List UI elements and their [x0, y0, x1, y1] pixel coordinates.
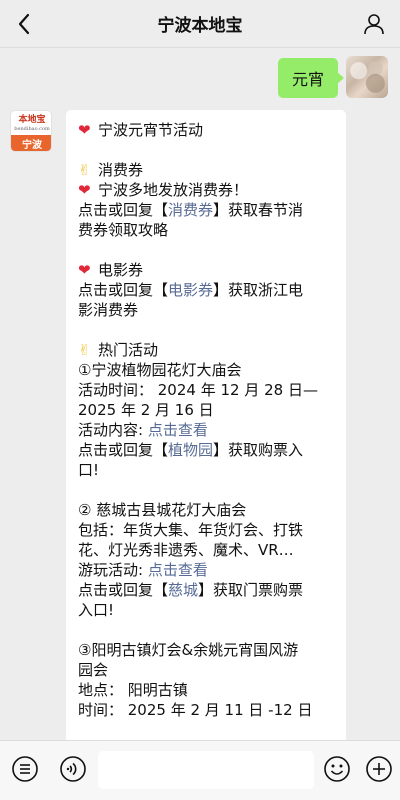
message-input[interactable]: [98, 751, 314, 789]
reply-prefix: 点击或回复【: [78, 441, 169, 459]
item1-content-label: 活动内容:: [78, 421, 148, 439]
item2-include2: 花、灯光秀非遗秀、魔术、VR…: [78, 541, 294, 559]
movie-heading: 电影券: [98, 261, 144, 279]
user-message-bubble[interactable]: 元宵: [278, 58, 345, 98]
person-icon: [364, 14, 384, 35]
message-list[interactable]: 元宵 本地宝 bendibao.com 宁波 ❤ 宁波元宵节活动 ✌ 消费券 ❤ 宁波…: [0, 48, 400, 740]
voucher-link[interactable]: 消费券: [168, 201, 213, 219]
item2-reply-link[interactable]: 慈城: [168, 581, 198, 599]
item2-play-link[interactable]: 点击查看: [148, 561, 208, 579]
input-bar: [0, 740, 400, 800]
smiley-icon: [324, 756, 350, 782]
message-title: 宁波元宵节活动: [98, 121, 204, 139]
item2-play-label: 游玩活动:: [78, 561, 148, 579]
victory-hand-icon: ✌: [78, 161, 91, 179]
item1-reply-line2: 口!: [78, 461, 100, 479]
bendibao-logo: 本地宝 bendibao.com: [14, 115, 50, 132]
item3-place: 地点： 阳明古镇: [78, 681, 188, 699]
menu-button[interactable]: [10, 754, 40, 784]
item3-title2: 园会: [78, 661, 109, 679]
voice-button[interactable]: [58, 754, 88, 784]
back-button[interactable]: [10, 10, 38, 38]
reply-suffix: 】获取浙江电: [213, 281, 304, 299]
chat-header: 宁波本地宝: [0, 0, 400, 48]
plus-circle-icon: [366, 756, 392, 782]
profile-button[interactable]: [360, 10, 388, 38]
item2-reply-line2: 入口!: [78, 601, 115, 619]
reply-suffix: 】获取门票购票: [198, 581, 304, 599]
chevron-left-icon: [18, 13, 30, 35]
item2-include1: 包括：年货大集、年货灯会、打铁: [78, 521, 304, 539]
item3-title: ③阳明古镇灯会&余姚元宵国风游: [78, 641, 299, 659]
reply-suffix: 】获取购票入: [213, 441, 304, 459]
reply-prefix: 点击或回复【: [78, 581, 169, 599]
reply-prefix: 点击或回复【: [78, 281, 169, 299]
voucher-reply-line2: 费券领取攻略: [78, 221, 169, 239]
reply-prefix: 点击或回复【: [78, 201, 169, 219]
voice-icon: [60, 756, 86, 782]
bot-message-bubble[interactable]: ❤ 宁波元宵节活动 ✌ 消费券 ❤ 宁波多地发放消费券！ 点击或回复【消费券】获取春节…: [66, 110, 346, 740]
item1-reply-link[interactable]: 植物园: [168, 441, 213, 459]
voucher-line: 宁波多地发放消费券！: [98, 181, 249, 199]
bot-avatar[interactable]: 本地宝 bendibao.com 宁波: [10, 110, 52, 152]
item1-title: ①宁波植物园花灯大庙会: [78, 361, 242, 379]
item3-time: 时间： 2025 年 2 月 11 日 -12 日: [78, 701, 313, 719]
chat-title: 宁波本地宝: [157, 16, 243, 36]
menu-list-icon: [12, 756, 38, 782]
emoji-button[interactable]: [322, 754, 352, 784]
item1-time2: 2025 年 2 月 16 日: [78, 401, 214, 419]
movie-link[interactable]: 电影券: [168, 281, 213, 299]
item1-time: 活动时间： 2024 年 12 月 28 日—: [78, 381, 318, 399]
item1-content-link[interactable]: 点击查看: [148, 421, 208, 439]
victory-hand-icon: ✌: [78, 341, 91, 359]
user-message-text: 元宵: [292, 70, 325, 89]
heart-icon: ❤: [78, 261, 91, 279]
city-label: 宁波: [11, 135, 51, 151]
item2-title: ② 慈城古县城花灯大庙会: [78, 501, 247, 519]
heart-icon: ❤: [78, 181, 91, 199]
user-avatar[interactable]: [346, 56, 388, 98]
add-button[interactable]: [364, 754, 394, 784]
voucher-heading: 消费券: [98, 161, 144, 179]
reply-suffix: 】获取春节消: [213, 201, 304, 219]
heart-icon: ❤: [78, 121, 91, 139]
hot-heading: 热门活动: [98, 341, 159, 359]
movie-reply-line2: 影消费券: [78, 301, 139, 319]
